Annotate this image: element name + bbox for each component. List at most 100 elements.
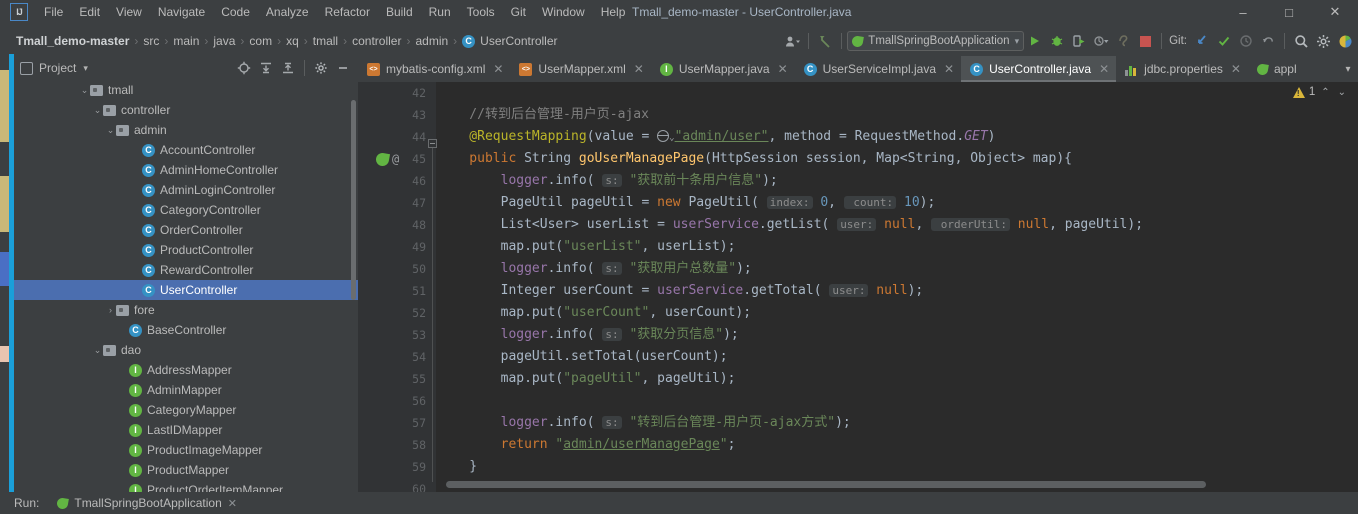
breadcrumb-item-java[interactable]: java xyxy=(213,34,235,48)
inspection-widget[interactable]: 1 ⌃ ⌄ xyxy=(1292,86,1348,98)
tree-node-adminlogincontroller[interactable]: C AdminLoginController xyxy=(14,180,358,200)
close-button[interactable]: ✕ xyxy=(1312,0,1358,24)
attach-icon[interactable] xyxy=(1112,30,1134,52)
run-configuration-selector[interactable]: TmallSpringBootApplication ▾ xyxy=(847,31,1025,51)
previous-problem-icon[interactable]: ⌃ xyxy=(1319,87,1331,98)
maximize-button[interactable]: □ xyxy=(1266,0,1312,24)
tree-node-productimagemapper[interactable]: I ProductImageMapper xyxy=(14,440,358,460)
menu-git[interactable]: Git xyxy=(503,2,534,22)
menu-tools[interactable]: Tools xyxy=(459,2,503,22)
close-tab-icon[interactable]: ✕ xyxy=(944,62,954,76)
tree-node-ordercontroller[interactable]: C OrderController xyxy=(14,220,358,240)
editor-tab-mybatis-config-xml[interactable]: <> mybatis-config.xml ✕ xyxy=(358,56,510,82)
menu-run[interactable]: Run xyxy=(421,2,459,22)
tree-node-tmall[interactable]: ⌄ tmall xyxy=(14,80,358,100)
menu-window[interactable]: Window xyxy=(534,2,593,22)
rollback-icon[interactable] xyxy=(1257,30,1279,52)
breadcrumb-item-main[interactable]: main xyxy=(173,34,199,48)
menu-navigate[interactable]: Navigate xyxy=(150,2,213,22)
close-tab-icon[interactable]: ✕ xyxy=(778,62,788,76)
menu-help[interactable]: Help xyxy=(593,2,634,22)
tree-node-addressmapper[interactable]: I AddressMapper xyxy=(14,360,358,380)
editor-tab-usermapper-xml[interactable]: <> UserMapper.xml ✕ xyxy=(510,56,650,82)
run-icon[interactable] xyxy=(1024,30,1046,52)
run-tab-label[interactable]: Run: xyxy=(14,496,39,510)
breadcrumb-item-admin[interactable]: admin xyxy=(415,34,448,48)
history-icon[interactable] xyxy=(1235,30,1257,52)
close-icon[interactable]: ✕ xyxy=(228,497,237,510)
browser-icon[interactable] xyxy=(1334,30,1356,52)
menu-edit[interactable]: Edit xyxy=(71,2,108,22)
expand-all-icon[interactable] xyxy=(255,57,277,79)
close-tab-icon[interactable]: ✕ xyxy=(1231,62,1241,76)
code-line: return "admin/userManagePage"; xyxy=(438,437,736,452)
breadcrumb-item-tmall[interactable]: tmall xyxy=(313,34,338,48)
next-problem-icon[interactable]: ⌄ xyxy=(1336,87,1348,98)
stop-icon[interactable] xyxy=(1134,30,1156,52)
menu-view[interactable]: View xyxy=(108,2,150,22)
minimize-button[interactable]: – xyxy=(1220,0,1266,24)
tree-node-productcontroller[interactable]: C ProductController xyxy=(14,240,358,260)
run-with-coverage-icon[interactable] xyxy=(1068,30,1090,52)
tree-node-adminmapper[interactable]: I AdminMapper xyxy=(14,380,358,400)
tree-node-fore[interactable]: › fore xyxy=(14,300,358,320)
breadcrumb-item-tmall-demo-master[interactable]: Tmall_demo-master xyxy=(16,34,129,48)
tree-node-categorymapper[interactable]: I CategoryMapper xyxy=(14,400,358,420)
editor-tab-userserviceimpl-java[interactable]: C UserServiceImpl.java ✕ xyxy=(795,56,961,82)
breadcrumb-item-usercontroller[interactable]: C UserController xyxy=(462,34,558,48)
chevron-icon[interactable]: ⌄ xyxy=(92,105,103,116)
code-editor[interactable]: 42 43 44 45 @46 47 48 49 50 51 52 53 54 55 56 57 58 59 60 … xyxy=(358,82,1358,496)
breadcrumb-item-controller[interactable]: controller xyxy=(352,34,401,48)
tree-node-categorycontroller[interactable]: C CategoryController xyxy=(14,200,358,220)
menu-file[interactable]: File xyxy=(36,2,71,22)
back-arrow-icon[interactable] xyxy=(814,30,836,52)
breadcrumb-item-src[interactable]: src xyxy=(143,34,159,48)
editor-tab-usermapper-java[interactable]: I UserMapper.java ✕ xyxy=(651,56,795,82)
tree-node-basecontroller[interactable]: C BaseController xyxy=(14,320,358,340)
gear-icon[interactable] xyxy=(310,57,332,79)
user-settings-icon[interactable] xyxy=(781,30,803,52)
editor-tab-jdbc-properties[interactable]: jdbc.properties ✕ xyxy=(1116,56,1248,82)
tree-node-productmapper[interactable]: I ProductMapper xyxy=(14,460,358,480)
annotation-icon[interactable]: @ xyxy=(392,152,399,166)
tree-node-accountcontroller[interactable]: C AccountController xyxy=(14,140,358,160)
tab-overflow-icon[interactable]: ▾ xyxy=(1338,56,1358,82)
search-icon[interactable] xyxy=(1290,30,1312,52)
spring-bean-icon[interactable] xyxy=(374,151,391,167)
tree-node-productorderitemmapper[interactable]: I ProductOrderItemMapper xyxy=(14,480,358,492)
debug-icon[interactable] xyxy=(1046,30,1068,52)
tree-node-adminhomecontroller[interactable]: C AdminHomeController xyxy=(14,160,358,180)
chevron-icon[interactable]: ⌄ xyxy=(105,125,116,136)
menu-refactor[interactable]: Refactor xyxy=(317,2,378,22)
menu-analyze[interactable]: Analyze xyxy=(258,2,317,22)
tree-node-rewardcontroller[interactable]: C RewardController xyxy=(14,260,358,280)
git-commit-icon[interactable] xyxy=(1213,30,1235,52)
breadcrumb-item-xq[interactable]: xq xyxy=(286,34,299,48)
collapse-all-icon[interactable] xyxy=(277,57,299,79)
tree-node-admin[interactable]: ⌄ admin xyxy=(14,120,358,140)
tree-node-usercontroller[interactable]: C UserController xyxy=(14,280,358,300)
chevron-icon[interactable]: ⌄ xyxy=(92,345,103,356)
close-tab-icon[interactable]: ✕ xyxy=(493,62,503,76)
close-tab-icon[interactable]: ✕ xyxy=(634,62,644,76)
hide-panel-icon[interactable] xyxy=(332,57,354,79)
editor-tab-usercontroller-java[interactable]: C UserController.java ✕ xyxy=(961,56,1117,82)
chevron-icon[interactable]: › xyxy=(105,305,116,315)
menu-build[interactable]: Build xyxy=(378,2,421,22)
breadcrumb-item-com[interactable]: com xyxy=(249,34,272,48)
profile-icon[interactable] xyxy=(1090,30,1112,52)
chevron-down-icon[interactable]: ▾ xyxy=(83,63,88,74)
editor-horizontal-scrollbar[interactable] xyxy=(446,481,1206,488)
settings-icon[interactable] xyxy=(1312,30,1334,52)
tree-node-lastidmapper[interactable]: I LastIDMapper xyxy=(14,420,358,440)
run-tab-configuration[interactable]: TmallSpringBootApplication ✕ xyxy=(56,496,237,510)
editor-tab-appl[interactable]: appl xyxy=(1248,56,1304,82)
menu-code[interactable]: Code xyxy=(213,2,258,22)
tree-node-dao[interactable]: ⌄ dao xyxy=(14,340,358,360)
chevron-icon[interactable]: ⌄ xyxy=(79,85,90,96)
code-content[interactable]: //转到后台管理-用户页-ajax @RequestMapping(value … xyxy=(436,82,1358,492)
close-tab-icon[interactable]: ✕ xyxy=(1099,62,1109,76)
git-update-icon[interactable] xyxy=(1191,30,1213,52)
locate-icon[interactable] xyxy=(233,57,255,79)
tree-node-controller[interactable]: ⌄ controller xyxy=(14,100,358,120)
